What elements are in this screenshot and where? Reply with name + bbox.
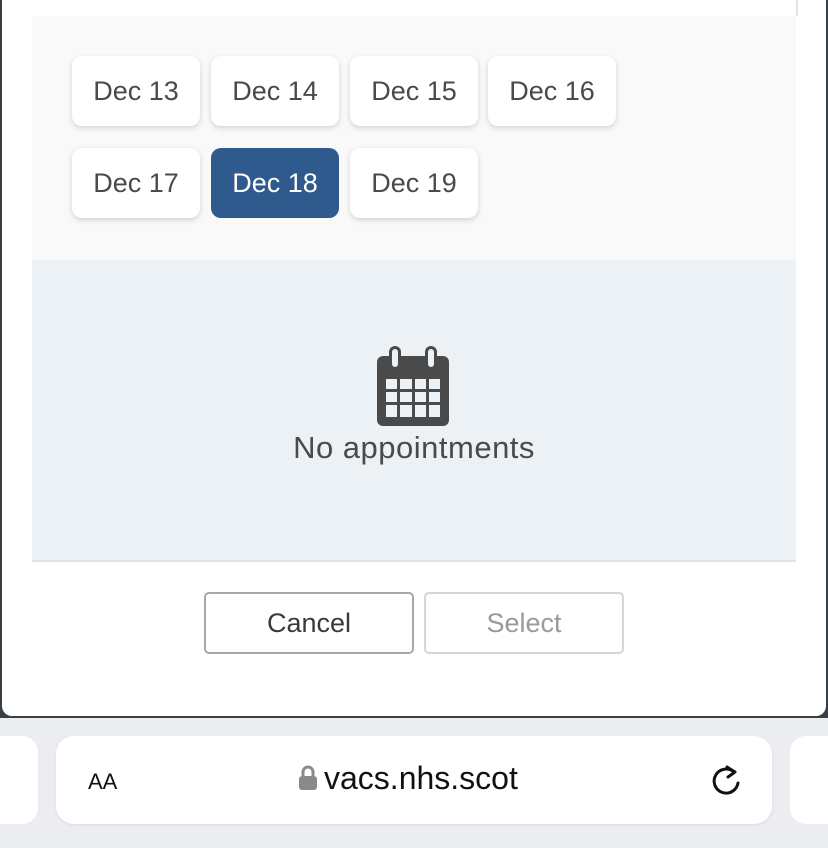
date-option-dec-15[interactable]: Dec 15 [350,56,478,126]
cancel-button[interactable]: Cancel [204,592,414,654]
date-option-dec-16[interactable]: Dec 16 [488,56,616,126]
date-selector: Dec 13 Dec 14 Dec 15 Dec 16 Dec 17 Dec 1… [32,16,796,260]
text-size-label: AA [88,769,118,794]
url-field[interactable]: vacs.nhs.scot [298,758,518,798]
previous-tab-card[interactable] [0,736,38,824]
empty-state-message: No appointments [293,430,535,465]
text-size-button[interactable]: AA [88,763,117,797]
date-option-dec-19[interactable]: Dec 19 [350,148,478,218]
next-tab-card[interactable] [790,736,828,824]
appointments-panel: No appointments [32,260,796,562]
lock-icon [299,765,317,790]
modal-top-strip [32,0,798,16]
date-option-dec-18[interactable]: Dec 18 [211,148,339,218]
page: Dec 13 Dec 14 Dec 15 Dec 16 Dec 17 Dec 1… [0,0,828,848]
date-option-dec-14[interactable]: Dec 14 [211,56,339,126]
calendar-icon [377,346,449,426]
address-bar[interactable]: AA vacs.nhs.scot [56,736,772,824]
date-option-dec-17[interactable]: Dec 17 [72,148,200,218]
url-text: vacs.nhs.scot [324,759,518,796]
date-picker-modal: Dec 13 Dec 14 Dec 15 Dec 16 Dec 17 Dec 1… [2,0,826,716]
reload-icon[interactable] [708,763,744,799]
browser-toolbar: AA vacs.nhs.scot [0,718,828,848]
date-option-dec-13[interactable]: Dec 13 [72,56,200,126]
select-button[interactable]: Select [424,592,624,654]
